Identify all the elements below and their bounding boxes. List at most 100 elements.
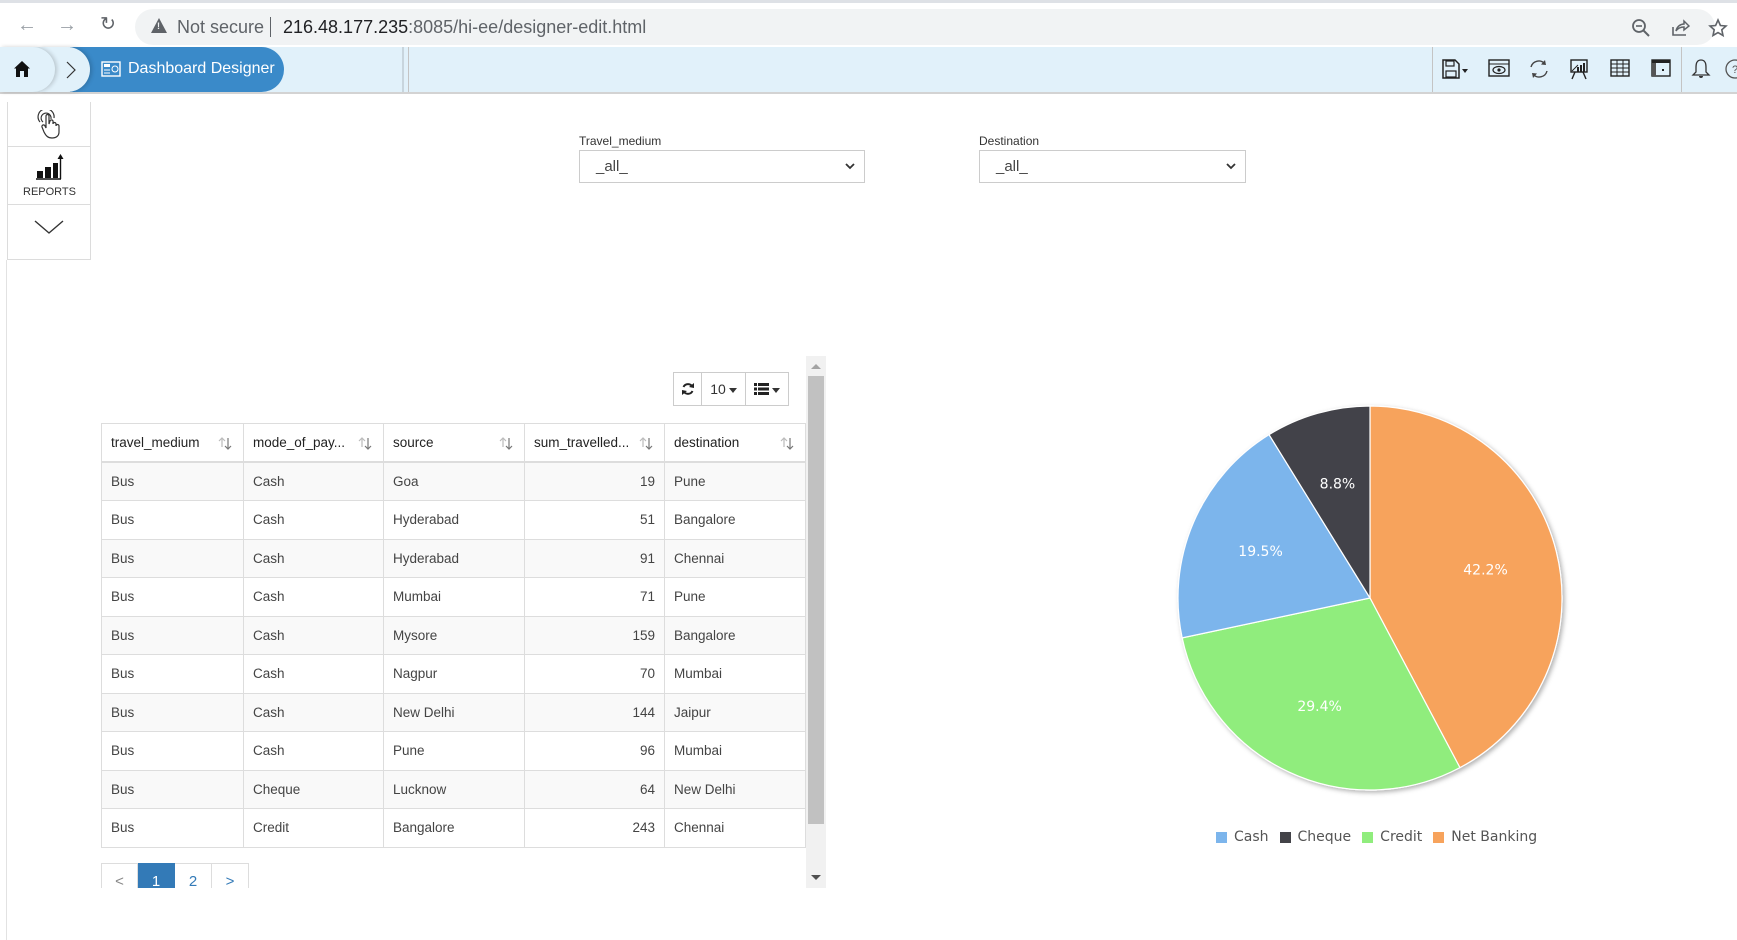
table-cell-destination: Pune [664, 577, 806, 617]
header-divider [402, 47, 404, 92]
table-cell-sum-travelled: 91 [524, 538, 665, 578]
back-button[interactable]: ← [15, 13, 39, 37]
sort-icon[interactable] [498, 435, 514, 451]
column-header[interactable]: travel_medium [101, 423, 244, 463]
page-button-1[interactable]: 1 [138, 863, 175, 888]
scrollbar-thumb[interactable] [808, 376, 824, 824]
table-cell-destination: Mumbai [664, 654, 806, 694]
url-text[interactable]: 216.48.177.235:8085/hi-ee/designer-edit.… [283, 17, 646, 38]
touch-icon [37, 110, 60, 139]
table-cell-source: New Delhi [383, 692, 525, 732]
table-row[interactable]: Bus Cheque Lucknow 64 New Delhi [101, 769, 806, 809]
page-size-dropdown[interactable]: 10 [702, 373, 746, 405]
reload-button[interactable]: ↻ [96, 13, 120, 37]
filter-label-destination: Destination [979, 134, 1040, 148]
table-cell-sum-travelled: 144 [524, 692, 665, 732]
travel-medium-select[interactable]: _all_ [579, 150, 865, 183]
table-row[interactable]: Bus Cash Nagpur 70 Mumbai [101, 654, 806, 694]
table-cell-mode-of-payment: Cash [243, 731, 384, 771]
table-row[interactable]: Bus Cash Mysore 159 Bangalore [101, 615, 806, 655]
sort-icon[interactable] [217, 435, 233, 451]
table-toolbar: 10 [673, 372, 789, 406]
table-cell-travel-medium: Bus [101, 615, 244, 655]
table-cell-destination: Bangalore [664, 500, 806, 540]
column-header[interactable]: destination [664, 423, 806, 463]
presentation-icon[interactable] [1568, 58, 1594, 82]
table-cell-travel-medium: Bus [101, 538, 244, 578]
bell-icon[interactable] [1690, 58, 1716, 82]
pie-data-label: 8.8% [1320, 476, 1356, 492]
breadcrumb-dashboard-designer[interactable]: Dashboard Designer [70, 47, 284, 92]
preview-icon[interactable] [1488, 58, 1514, 82]
column-header[interactable]: mode_of_pay... [243, 423, 384, 463]
scroll-up-arrow-icon[interactable] [811, 364, 821, 369]
table-icon[interactable] [1609, 58, 1635, 82]
vertical-scrollbar[interactable] [806, 356, 826, 888]
table-cell-mode-of-payment: Credit [243, 808, 384, 848]
legend-item-credit[interactable]: Credit [1362, 829, 1422, 845]
zoom-icon[interactable] [1630, 18, 1652, 40]
sidebar-item-touch[interactable] [8, 102, 91, 147]
table-row[interactable]: Bus Cash Hyderabad 51 Bangalore [101, 500, 806, 540]
address-bar[interactable]: Not secure 216.48.177.235:8085/hi-ee/des… [135, 9, 1728, 45]
table-cell-source: Hyderabad [383, 538, 525, 578]
page-button-2[interactable]: 2 [175, 863, 212, 888]
caret-down-icon [772, 387, 780, 393]
sidebar-item-reports[interactable]: REPORTS [8, 147, 91, 205]
columns-dropdown[interactable] [746, 373, 788, 405]
table-refresh-button[interactable] [674, 373, 702, 405]
table-cell-sum-travelled: 19 [524, 461, 665, 501]
column-header-label: destination [674, 435, 740, 450]
destination-value: _all_ [996, 158, 1028, 175]
table-cell-sum-travelled: 243 [524, 808, 665, 848]
bookmark-star-icon[interactable] [1707, 17, 1729, 40]
table-cell-travel-medium: Bus [101, 461, 244, 501]
table-cell-destination: Pune [664, 461, 806, 501]
table-row[interactable]: Bus Cash Pune 96 Mumbai [101, 731, 806, 771]
table-cell-travel-medium: Bus [101, 500, 244, 540]
table-row[interactable]: Bus Cash New Delhi 144 Jaipur [101, 692, 806, 732]
save-icon[interactable] [1441, 58, 1468, 82]
forward-button[interactable]: → [55, 13, 79, 37]
legend-swatch [1216, 831, 1227, 843]
column-header[interactable]: sum_travelled... [524, 423, 665, 463]
table-cell-destination: Mumbai [664, 731, 806, 771]
legend-item-net-banking[interactable]: Net Banking [1433, 829, 1537, 845]
page-size-value: 10 [710, 381, 726, 397]
table-cell-sum-travelled: 71 [524, 577, 665, 617]
table-cell-mode-of-payment: Cash [243, 615, 384, 655]
table-row[interactable]: Bus Cash Hyderabad 91 Chennai [101, 538, 806, 578]
url-host: 216.48.177.235 [283, 17, 409, 37]
page-prev-button[interactable]: < [101, 863, 138, 888]
help-icon[interactable]: ? [1724, 58, 1737, 82]
sort-icon[interactable] [357, 435, 373, 451]
table-cell-travel-medium: Bus [101, 731, 244, 771]
table-cell-mode-of-payment: Cash [243, 500, 384, 540]
legend-item-cheque[interactable]: Cheque [1279, 829, 1351, 845]
refresh-icon[interactable] [1528, 58, 1554, 82]
reports-icon [36, 154, 64, 180]
chevron-down-icon [845, 163, 855, 170]
share-icon[interactable] [1669, 18, 1691, 40]
page-next-button[interactable]: > [212, 863, 249, 888]
header-divider [1432, 47, 1433, 92]
data-table: travel_medium mode_of_pay... source sum_tra… [101, 423, 806, 848]
travel-medium-value: _all_ [596, 158, 628, 175]
content-panel-border [6, 260, 7, 940]
table-row[interactable]: Bus Credit Bangalore 243 Chennai [101, 808, 806, 848]
sidebar-expand-button[interactable] [8, 205, 91, 252]
list-icon [754, 383, 769, 395]
sort-icon[interactable] [779, 435, 795, 451]
table-row[interactable]: Bus Cash Goa 19 Pune [101, 461, 806, 501]
column-header[interactable]: source [383, 423, 525, 463]
panel-icon[interactable] [1650, 58, 1676, 82]
chevron-right-icon [66, 61, 76, 79]
table-row[interactable]: Bus Cash Mumbai 71 Pune [101, 577, 806, 617]
home-button[interactable] [0, 47, 55, 92]
sort-icon[interactable] [638, 435, 654, 451]
pie-data-label: 19.5% [1238, 544, 1282, 560]
home-icon [14, 61, 30, 77]
legend-item-cash[interactable]: Cash [1216, 829, 1269, 845]
destination-select[interactable]: _all_ [979, 150, 1246, 183]
scroll-down-arrow-icon[interactable] [811, 875, 821, 880]
